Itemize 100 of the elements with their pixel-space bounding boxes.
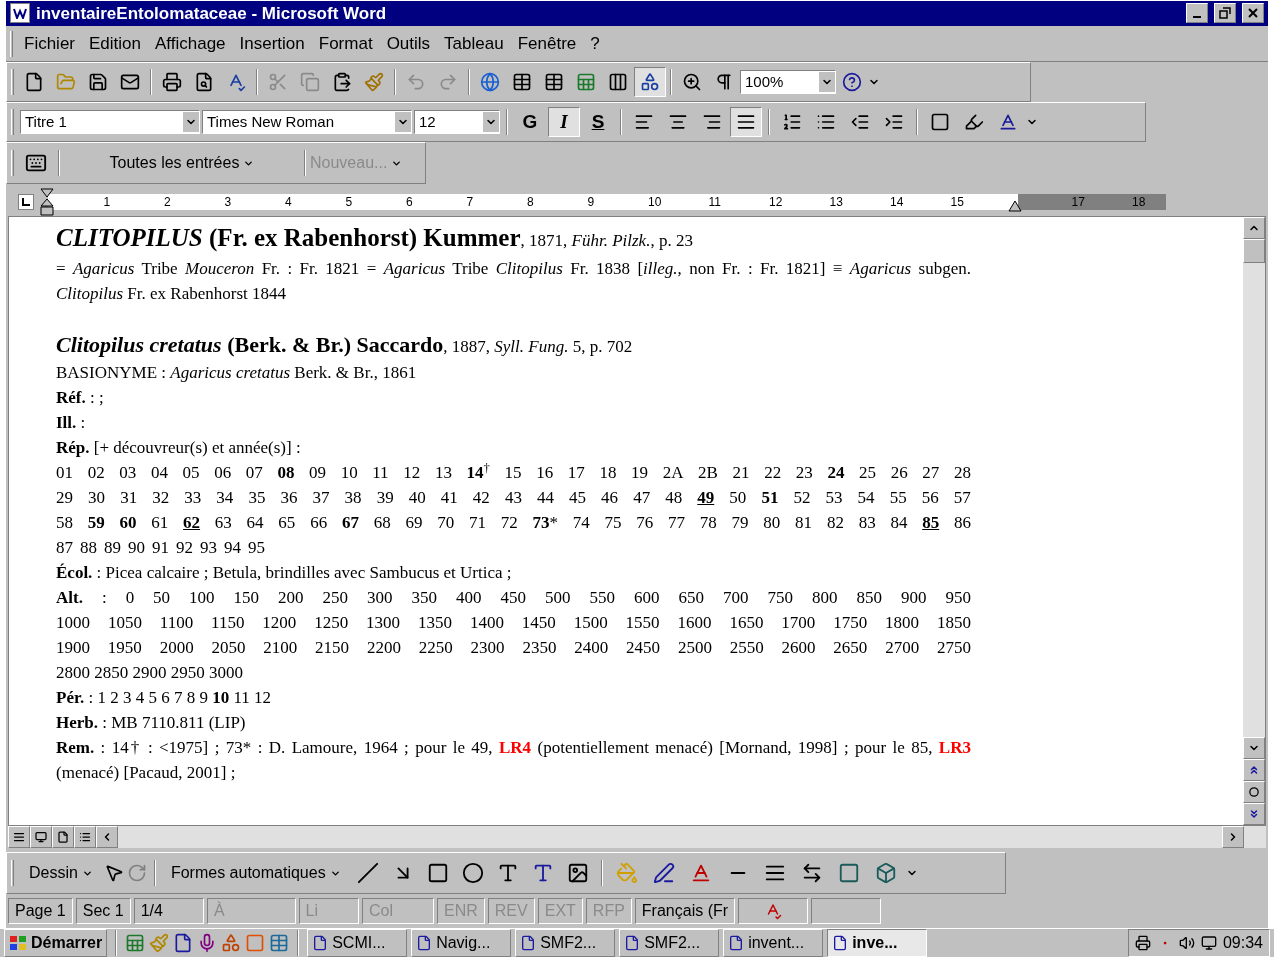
taskbar-button[interactable]: invent... (723, 929, 824, 957)
menu-item[interactable]: Insertion (232, 30, 312, 57)
minimize-button[interactable] (1186, 3, 1208, 24)
indent-marker-icon[interactable] (40, 188, 54, 216)
quick-launch-icon[interactable] (221, 933, 242, 953)
scroll-thumb[interactable] (1243, 239, 1265, 263)
scroll-right-icon[interactable] (1222, 826, 1244, 848)
view-mode-icon[interactable] (74, 826, 96, 848)
taskbar-button[interactable]: Navig... (411, 929, 512, 957)
font-field[interactable]: Times New Roman (202, 110, 412, 134)
fill-color-icon[interactable] (615, 862, 638, 884)
menu-item[interactable]: Outils (379, 30, 438, 57)
status-field: 1/4 (133, 898, 204, 924)
view-mode-icon[interactable] (30, 826, 52, 848)
toolbar-button[interactable] (730, 107, 762, 137)
altitude-line: 1000 1050 1100 1150 1200 1250 1300 1350 1400 1450 1500 1550 1600 1650 1700 1750 1800 1850 (56, 612, 971, 634)
restore-button[interactable] (1214, 3, 1236, 24)
status-field: Français (Fr (634, 898, 736, 924)
toolbar-button[interactable] (634, 67, 666, 97)
rectangle-icon[interactable] (426, 862, 449, 884)
taskbar-button[interactable]: SMF2... (619, 929, 720, 957)
horizontal-scrollbar[interactable] (8, 826, 1266, 848)
ruler-number: 17 (1071, 194, 1085, 211)
draw-menu-button[interactable]: Dessin (21, 861, 101, 885)
close-button[interactable] (1242, 3, 1264, 24)
right-indent-marker-icon[interactable] (1008, 200, 1022, 212)
align-left-icon (634, 112, 654, 132)
field-line: Ill. : (56, 412, 87, 434)
ruler-number: 7 (466, 194, 474, 211)
shadow-icon[interactable] (837, 862, 860, 884)
image-icon[interactable] (566, 862, 589, 884)
tray-icon[interactable] (1134, 935, 1151, 951)
tab-selector-icon[interactable] (18, 194, 34, 210)
view-mode-icon[interactable] (8, 826, 30, 848)
taskbar-button[interactable]: inve... (827, 929, 928, 957)
3d-icon[interactable] (874, 862, 897, 884)
previous-page-icon[interactable] (1243, 759, 1265, 781)
pointer-icon[interactable] (103, 863, 124, 883)
line-icon[interactable] (356, 862, 379, 884)
clock: 09:34 (1222, 933, 1263, 953)
document-icon (832, 935, 849, 951)
menu-item[interactable]: Format (311, 30, 380, 57)
ruler-number: 3 (224, 194, 232, 211)
restore-icon (1219, 7, 1231, 20)
taskbar-button[interactable]: SMF2... (515, 929, 616, 957)
scroll-left-icon[interactable] (96, 826, 118, 848)
department-line: 29 30 31 32 33 34 35 36 37 38 39 40 41 42 43 44 45 46 47 48 49 50 51 52 53 54 55 56 57 (56, 487, 971, 509)
view-mode-icon[interactable] (52, 826, 74, 848)
close-icon (1247, 7, 1259, 20)
volume-icon[interactable] (1178, 935, 1195, 951)
globe-icon (480, 72, 500, 92)
text-format-button[interactable]: G (514, 107, 546, 137)
vertical-scrollbar[interactable] (1243, 217, 1265, 825)
text-format-button[interactable]: I (548, 107, 580, 137)
scroll-up-icon[interactable] (1243, 217, 1265, 239)
format-painter-icon (364, 72, 384, 92)
ruler-number: 13 (829, 194, 843, 211)
font-size-field[interactable]: 12 (414, 110, 500, 134)
oval-icon[interactable] (461, 862, 484, 884)
start-button[interactable]: Démarrer (4, 929, 108, 957)
species-heading: Clitopilus cretatus (Berk. & Br.) Saccardo, 1887, Syll. Fung. 5, p. 702 (56, 331, 634, 359)
ruler-number: 1 (103, 194, 111, 211)
style-field[interactable]: Titre 1 (20, 110, 200, 134)
scroll-down-icon[interactable] (1243, 737, 1265, 759)
text-format-button[interactable]: S (582, 107, 614, 137)
ruler-number: 12 (769, 194, 783, 211)
menu-item[interactable]: ? (583, 30, 607, 57)
department-line: 58 59 60 61 62 63 64 65 66 67 68 69 70 71 72 73* 74 75 76 77 78 79 80 81 82 83 84 85 86 (56, 512, 971, 534)
tray-icon[interactable] (1200, 935, 1217, 951)
minimize-icon (1193, 16, 1201, 19)
line-color-icon[interactable] (652, 862, 675, 884)
ruler-number: 2 (164, 194, 171, 211)
ruler-number: 6 (406, 194, 413, 211)
document-icon (728, 935, 745, 951)
menu-item[interactable]: Fenêtre (510, 30, 584, 57)
window-title: inventaireEntolomataceae - Microsoft Word (36, 2, 388, 25)
quick-launch-icon[interactable] (125, 933, 146, 953)
paste-icon (332, 72, 352, 92)
menu-item[interactable]: Edition (82, 30, 148, 57)
highlighter-icon (964, 112, 984, 132)
ruler-number: 14 (890, 194, 904, 211)
menu-item[interactable]: Fichier (17, 30, 82, 57)
menu-item[interactable]: Affichage (148, 30, 233, 57)
document-icon (624, 935, 641, 951)
print-preview-icon (194, 72, 214, 92)
menu-item[interactable]: Tableau (437, 30, 511, 57)
redo-icon (438, 72, 458, 92)
quick-launch-icon[interactable] (173, 933, 194, 953)
autoshapes-menu-button[interactable]: Formes automatiques (162, 861, 349, 885)
browse-object-icon[interactable] (1243, 781, 1265, 803)
quick-launch-icon[interactable] (269, 933, 290, 953)
synonymy-paragraph: = Agaricus Tribe Mouceron Fr. : Fr. 1821 = Agaricus Tribe Clitopilus Fr. 1838 [illeg., non Fr. : Fr. 1821] ≡ Agaricus subgen. Clitopilus Fr. ex Rabenhorst 1844 (56, 258, 971, 305)
keyboard-icon (25, 152, 47, 174)
next-page-icon[interactable] (1243, 803, 1265, 825)
ruler-number: 11 (708, 194, 721, 211)
entries-dropdown[interactable]: Toutes les entrées (64, 148, 300, 178)
taskbar-button[interactable]: SCMI... (307, 929, 408, 957)
copy-icon (300, 72, 320, 92)
herbarium-line: Herb. : MB 7110.811 (LIP) (56, 712, 247, 734)
zoom-field[interactable]: 100% (740, 70, 836, 94)
